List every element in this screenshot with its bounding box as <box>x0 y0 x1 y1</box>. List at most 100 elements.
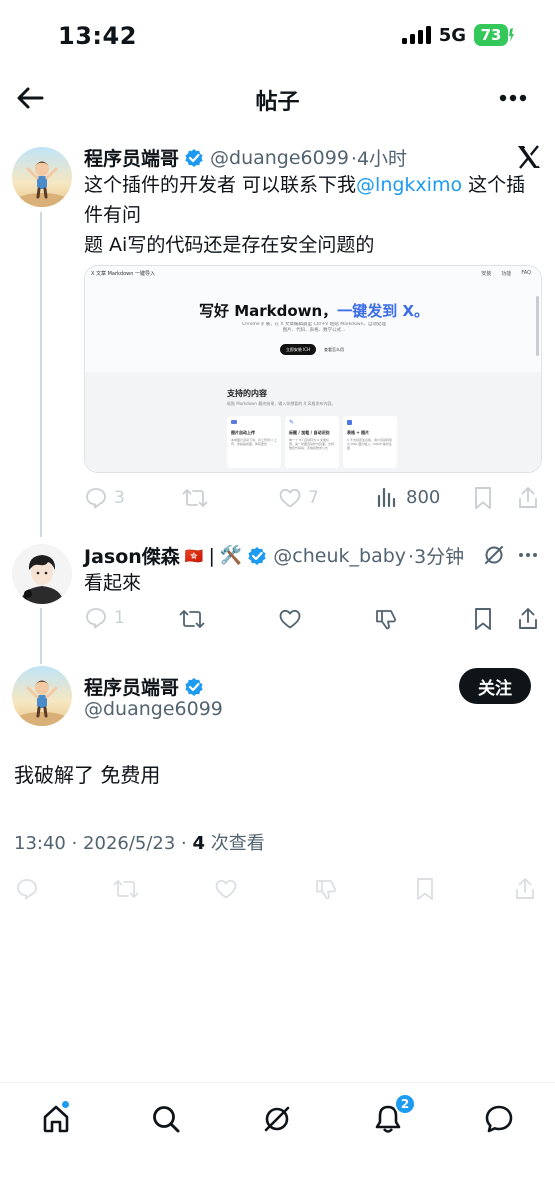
heart-icon <box>279 488 301 508</box>
status-time: 13:42 <box>58 22 137 50</box>
signal-icon <box>401 26 431 44</box>
views-count: 4 <box>192 833 206 854</box>
retweet-button[interactable] <box>112 876 140 902</box>
views-button[interactable]: 800 <box>376 486 440 508</box>
card-feature-title: 表格 + 图片 <box>347 430 370 435</box>
messages-icon <box>485 1105 513 1133</box>
card-feature-icon <box>231 420 237 424</box>
reply-count: 1 <box>114 608 125 628</box>
share-icon <box>519 487 537 508</box>
card-scrollbar <box>536 296 539 356</box>
author-name[interactable]: 程序员端哥 <box>84 144 179 171</box>
follow-button[interactable]: 关注 <box>459 668 531 704</box>
bookmark-button[interactable] <box>470 606 496 632</box>
reply-icon <box>86 488 106 509</box>
battery-icon: 73 <box>474 24 515 46</box>
card-headline: 写好 Markdown，一键发到 X。 <box>85 300 541 321</box>
share-button[interactable] <box>515 606 541 632</box>
verified-icon <box>184 148 204 168</box>
grok-button[interactable] <box>481 542 507 568</box>
card-feature-icon <box>347 420 352 425</box>
more-button[interactable] <box>493 82 533 114</box>
thumbs-down-icon <box>316 880 336 900</box>
search-icon <box>153 1106 180 1133</box>
network-type: 5G <box>438 24 466 46</box>
mention-link[interactable]: @lngkximo <box>356 174 462 196</box>
card-feature-title: 标题 / 加粗 / 自动识别 <box>289 430 330 435</box>
like-button[interactable] <box>276 606 304 632</box>
author-name[interactable]: Jason傑森 <box>84 542 180 569</box>
views-label: 次查看 <box>205 833 265 854</box>
card-nav-link: 功能 <box>501 271 512 277</box>
thumbs-down-icon <box>376 610 396 630</box>
retweet-icon <box>179 610 205 628</box>
post-header: 程序员端哥 @duange6099 ·4小时 <box>84 144 407 171</box>
bookmark-icon <box>417 878 433 900</box>
share-icon <box>519 608 537 629</box>
retweet-button[interactable] <box>178 606 206 632</box>
reply-button[interactable]: 1 <box>84 606 125 630</box>
author-name[interactable]: 程序员端哥 <box>84 673 179 700</box>
dislike-button[interactable] <box>372 606 400 632</box>
heart-icon <box>279 609 301 629</box>
share-button[interactable] <box>512 876 538 902</box>
post-text: 这个插件的开发者 可以联系下我@lngkximo 这个插件有问 题 Ai写的代码… <box>84 170 544 260</box>
reply-button[interactable] <box>14 876 40 902</box>
bookmark-icon <box>475 487 491 509</box>
avatar[interactable] <box>12 666 72 726</box>
card-subtitle: Chrome 扩展，在 X 文章编辑器里 Ctrl+V 粘贴 Markdown，… <box>242 322 386 333</box>
reply-count: 3 <box>114 488 125 508</box>
post-image[interactable]: X 文章 Markdown 一键导入 安装 功能 FAQ 写好 Markdown… <box>84 265 542 473</box>
card-feature-desc: 单一个 H1 自动转为 X 文章标题，第一张图自动作为封面，支持嵌套代码块、表格… <box>289 438 335 450</box>
author-handle[interactable]: @cheuk_baby <box>273 545 406 567</box>
reply-button[interactable]: 3 <box>84 486 125 510</box>
nav-notifications[interactable]: 2 <box>366 1093 416 1141</box>
bookmark-button[interactable] <box>470 484 496 512</box>
like-button[interactable]: 7 <box>278 486 319 510</box>
avatar[interactable] <box>12 544 72 604</box>
bookmark-button[interactable] <box>412 876 438 902</box>
card-feature-desc: X 不支持原生表格，用户自动转换为 PNG 图片嵌入；MDPP 等标签图 <box>347 438 393 450</box>
more-button[interactable] <box>515 542 541 568</box>
page-title: 帖子 <box>255 90 300 115</box>
notification-badge: 2 <box>394 1093 416 1115</box>
retweet-icon <box>182 489 208 507</box>
card-feature-title: 图片自动上传 <box>231 430 255 435</box>
share-button[interactable] <box>515 484 541 512</box>
post-timestamp[interactable]: 13:40 · 2026/5/23 · <box>14 833 193 854</box>
post-time: ·4小时 <box>350 148 408 170</box>
like-button[interactable] <box>212 876 240 902</box>
nav-messages[interactable] <box>477 1097 521 1141</box>
author-handle[interactable]: @duange6099 <box>210 147 349 169</box>
post-text-part: 这个插件的开发者 可以联系下我 <box>84 174 357 196</box>
post-text-part: 题 Ai写的代码还是存在安全问题的 <box>84 234 375 256</box>
card-nav-link: FAQ <box>521 270 531 276</box>
author-handle[interactable]: @duange6099 <box>84 698 223 720</box>
flag-emoji: 🇭🇰 <box>184 546 204 565</box>
main-post-text: 我破解了 免费用 <box>14 763 161 787</box>
more-horizontal-icon <box>499 94 527 102</box>
dislike-button[interactable] <box>312 876 340 902</box>
retweet-button[interactable] <box>182 486 208 510</box>
main-post-actions <box>0 874 555 904</box>
retweet-icon <box>113 880 139 898</box>
reply-time: ·3分钟 <box>408 546 465 568</box>
card-headline-accent: 一键发到 X。 <box>337 302 430 320</box>
grok-icon <box>264 1106 290 1132</box>
name-separator: | <box>208 544 215 567</box>
like-count: 7 <box>308 488 319 508</box>
bookmark-icon <box>475 608 491 630</box>
grok-icon <box>485 546 503 564</box>
views-icon <box>377 487 396 508</box>
nav-home[interactable] <box>34 1097 78 1141</box>
nav-search[interactable] <box>144 1097 188 1141</box>
nav-grok[interactable] <box>255 1097 299 1141</box>
reply-text: 看起來 <box>84 572 142 594</box>
main-post-author: 程序员端哥 <box>84 673 204 700</box>
card-headline-part: 写好 Markdown， <box>198 302 338 320</box>
post-meta: 13:40 · 2026/5/23 · 4 次查看 <box>14 829 265 855</box>
avatar[interactable] <box>12 147 72 207</box>
verified-icon <box>247 546 267 566</box>
bottom-nav: 2 <box>0 1082 555 1200</box>
card-section-title: 支持的内容 <box>227 389 267 398</box>
